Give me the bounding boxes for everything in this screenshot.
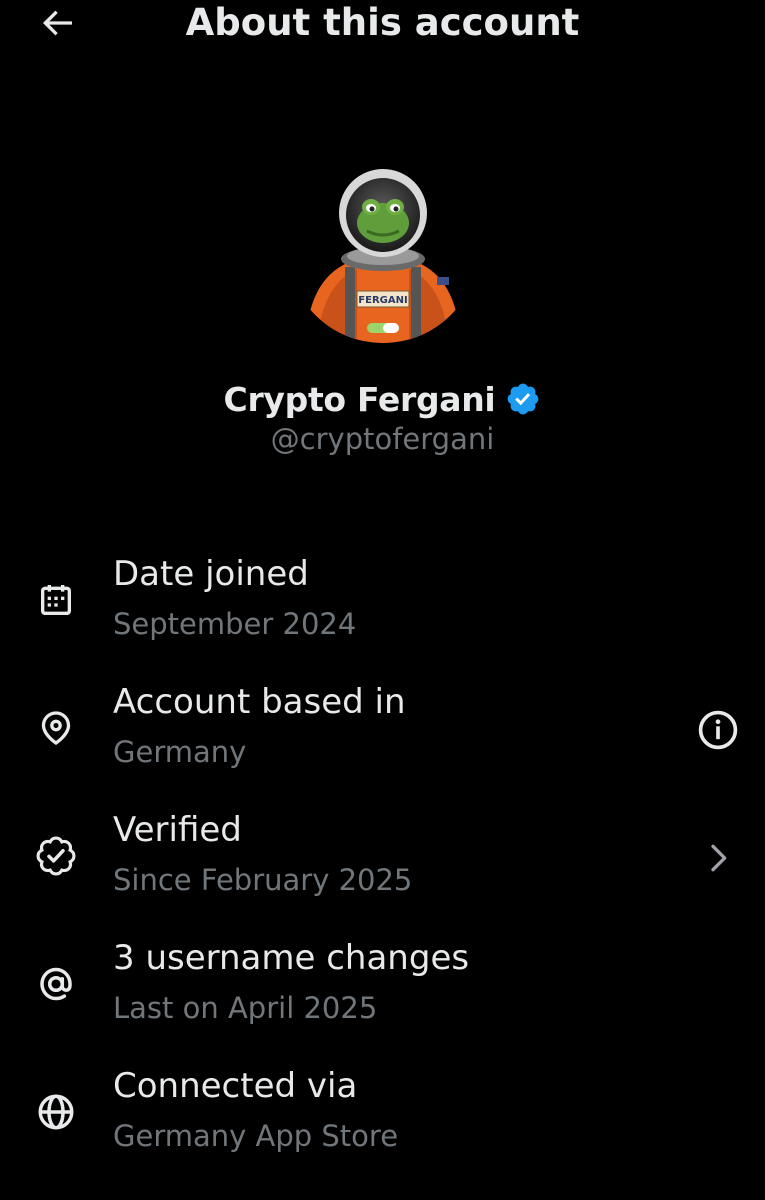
avatar[interactable]: FERGANI xyxy=(287,151,479,343)
at-sign-icon xyxy=(33,961,79,1007)
astronaut-frog-avatar-image: FERGANI xyxy=(287,151,479,343)
verified-badge-icon xyxy=(508,383,539,415)
info-icon xyxy=(698,710,738,750)
verified-details-button[interactable] xyxy=(693,833,743,883)
detail-value: Germany App Store xyxy=(113,1119,399,1153)
account-details-list: Date joined September 2024 Account based… xyxy=(0,545,765,1185)
chevron-right-icon xyxy=(711,844,727,872)
detail-account-based-in: Account based in Germany xyxy=(0,673,765,801)
calendar-icon xyxy=(33,577,79,623)
detail-date-joined: Date joined September 2024 xyxy=(0,545,765,673)
top-bar: About this account xyxy=(0,0,765,50)
detail-username-changes: 3 username changes Last on April 2025 xyxy=(0,929,765,1057)
detail-title: Verified xyxy=(113,810,242,850)
globe-icon xyxy=(33,1089,79,1135)
profile-name-row: Crypto Fergani xyxy=(0,376,765,422)
detail-connected-via: Connected via Germany App Store xyxy=(0,1057,765,1185)
display-name: Crypto Fergani xyxy=(223,379,496,419)
detail-title: Connected via xyxy=(113,1066,358,1106)
detail-value: September 2024 xyxy=(113,607,357,641)
info-button[interactable] xyxy=(693,705,743,755)
detail-value: Since February 2025 xyxy=(113,863,413,897)
page-title: About this account xyxy=(185,1,580,44)
detail-verified[interactable]: Verified Since February 2025 xyxy=(0,801,765,929)
avatar-name-patch: FERGANI xyxy=(358,295,407,306)
detail-title: Account based in xyxy=(113,682,406,722)
location-pin-icon xyxy=(33,705,79,751)
profile-handle: @cryptofergani xyxy=(270,422,495,456)
detail-value: Last on April 2025 xyxy=(113,991,378,1025)
detail-title: Date joined xyxy=(113,554,309,594)
detail-value: Germany xyxy=(113,735,247,769)
verified-outline-icon xyxy=(33,833,79,879)
detail-title: 3 username changes xyxy=(113,938,470,978)
